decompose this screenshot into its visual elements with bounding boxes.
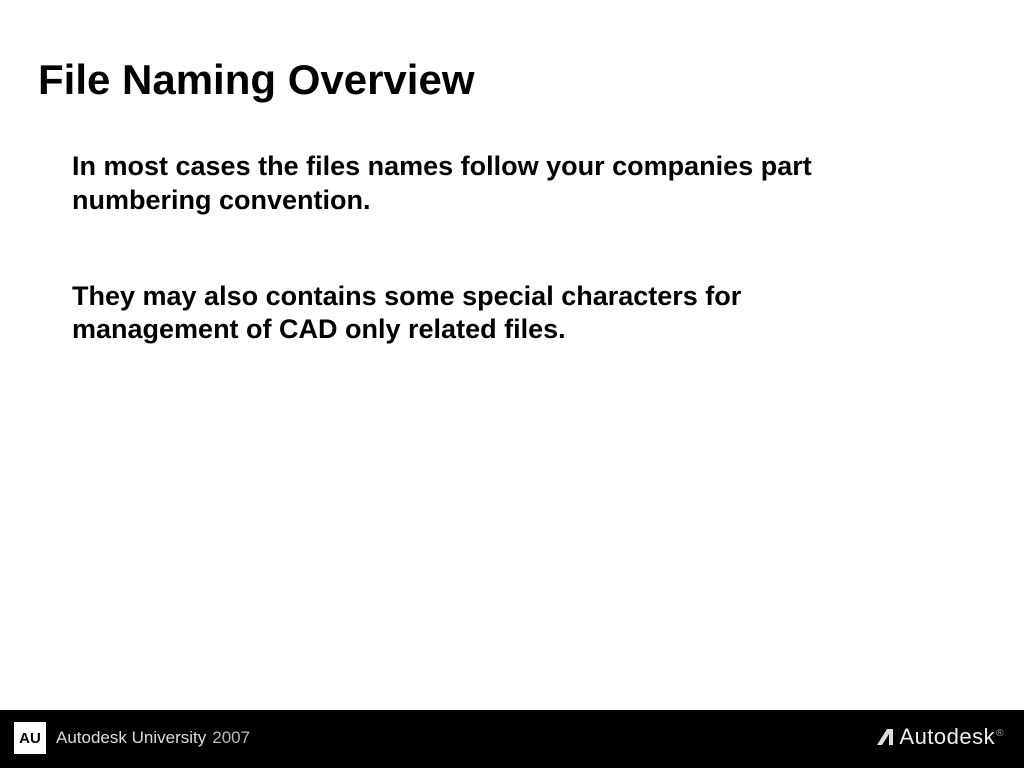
autodesk-logo-icon <box>875 727 895 747</box>
au-year-text: 2007 <box>212 728 250 748</box>
au-badge-text: AU <box>19 730 41 747</box>
registered-mark: ® <box>996 728 1004 739</box>
brand-name: Autodesk <box>899 724 995 749</box>
slide-title: File Naming Overview <box>38 56 475 104</box>
autodesk-brand-text: Autodesk® <box>899 724 1004 750</box>
au-university-text: Autodesk University <box>56 728 206 748</box>
footer-left: AU Autodesk University 2007 <box>14 722 250 754</box>
paragraph-2: They may also contains some special char… <box>72 280 872 348</box>
au-badge-icon: AU <box>14 722 46 754</box>
footer-right: Autodesk® <box>875 724 1004 750</box>
au-label: Autodesk University 2007 <box>56 728 250 748</box>
footer-bar: AU Autodesk University 2007 Autodesk® <box>0 710 1024 768</box>
slide: File Naming Overview In most cases the f… <box>0 0 1024 768</box>
paragraph-1: In most cases the files names follow you… <box>72 150 872 218</box>
body-text: In most cases the files names follow you… <box>72 150 872 347</box>
